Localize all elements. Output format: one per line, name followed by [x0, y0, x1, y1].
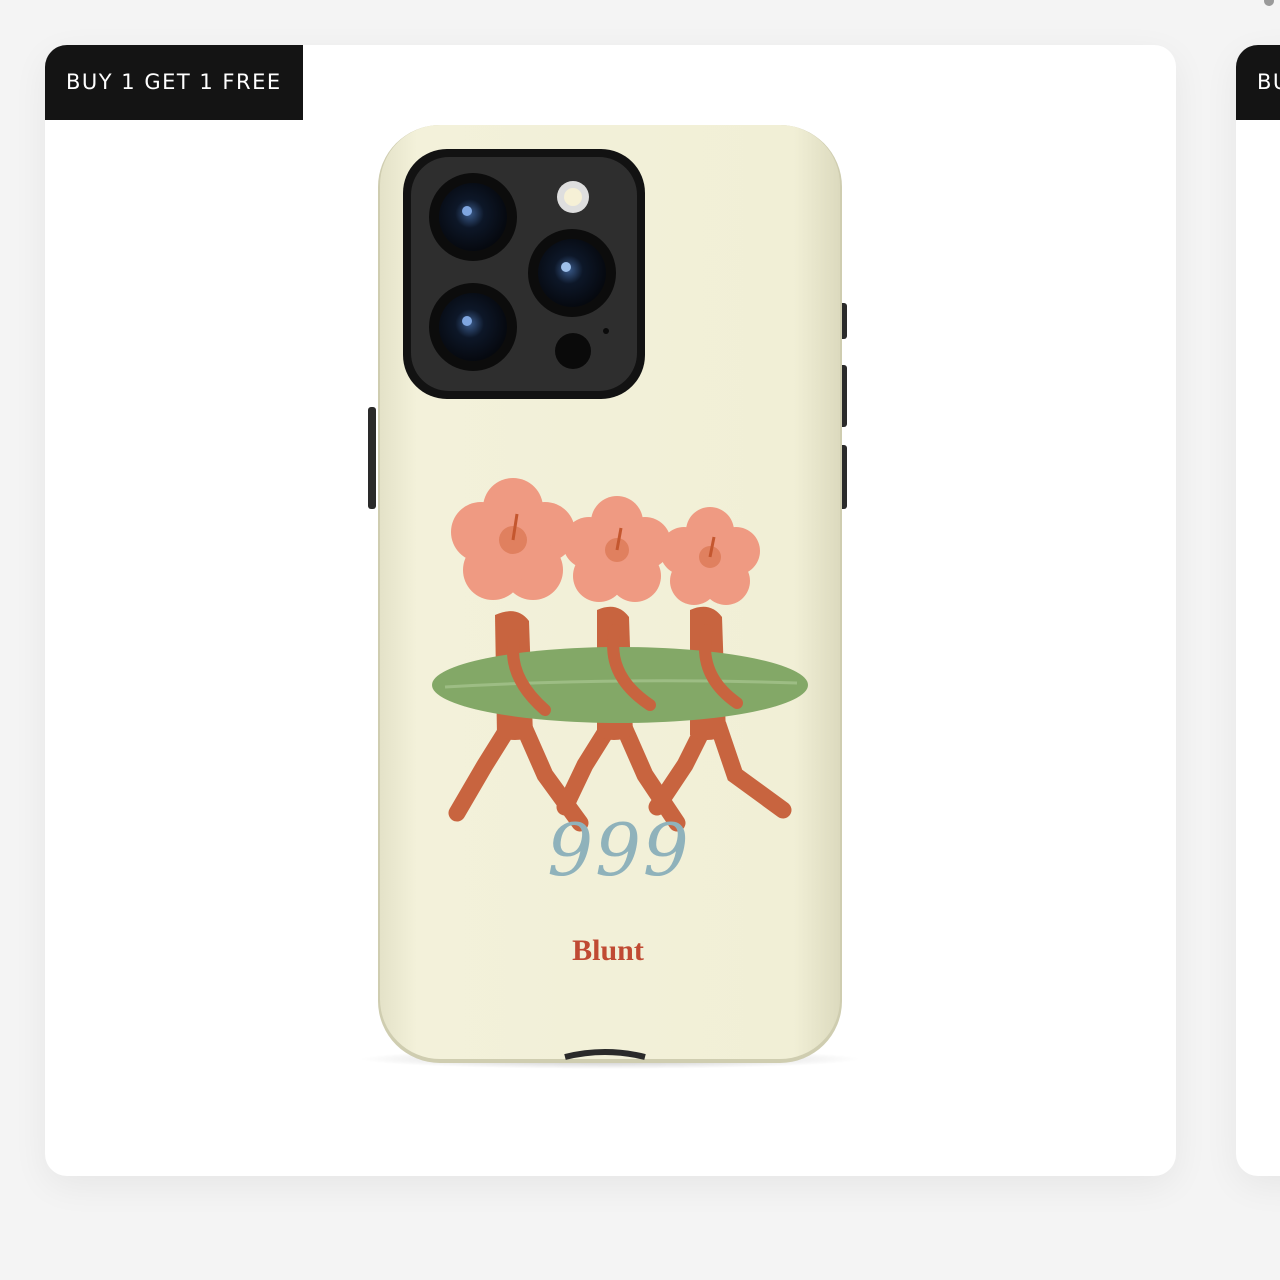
carousel-indicator[interactable]: [1264, 0, 1274, 6]
case-brand-logo: Blunt: [572, 934, 644, 967]
promo-badge[interactable]: BUY 1 GET 1 FREE: [45, 45, 303, 120]
promo-badge[interactable]: BUY 1 GET 1 FREE: [1236, 45, 1280, 120]
product-card[interactable]: 999 Blunt BUY 1 GET 1 FREE: [45, 45, 1176, 1176]
camera-module: [403, 149, 645, 399]
case-print-number: 999: [547, 808, 690, 892]
phone-case-image: 999 Blunt: [360, 125, 860, 1069]
product-image[interactable]: 999 Blunt: [45, 45, 1176, 1176]
product-card[interactable]: BUY 1 GET 1 FREE: [1236, 45, 1280, 1176]
product-grid: 999 Blunt BUY 1 GET 1 FREE BUY 1 GET 1 F…: [0, 0, 1280, 1280]
case-side-button: [368, 407, 376, 509]
